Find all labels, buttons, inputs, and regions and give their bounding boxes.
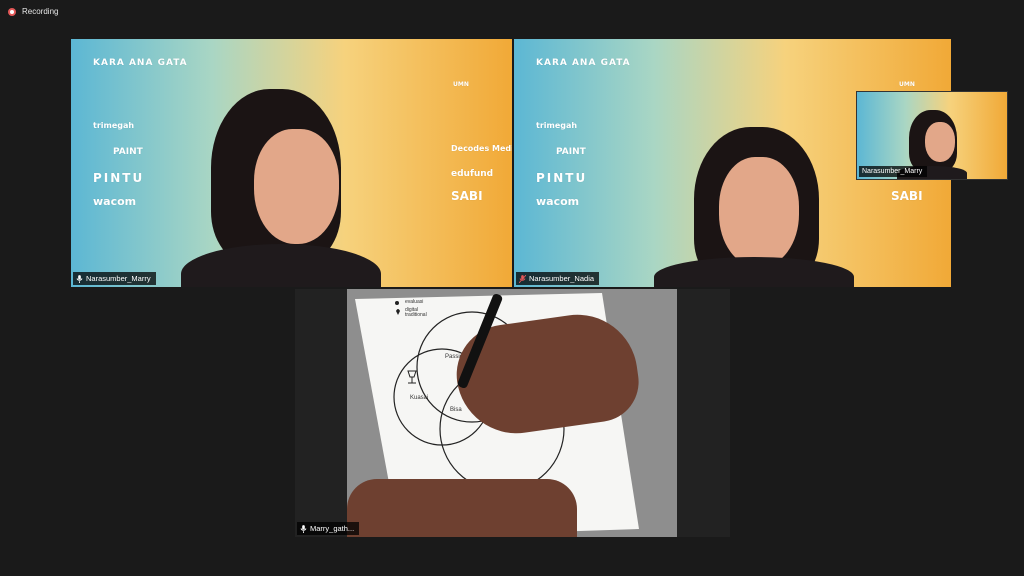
recording-indicator: Recording: [8, 7, 58, 16]
logo-sabi: SABI: [891, 189, 923, 203]
participant-video-nadia: [654, 127, 854, 287]
name-tag-marry-thumb: Narasumber_Marry: [859, 166, 928, 177]
mic-icon: [300, 524, 307, 533]
logo-umn: UMN: [899, 81, 915, 88]
logo-karaanagata: KARA ANA GATA: [93, 58, 188, 68]
name-tag-label: Narasumber_Nadia: [529, 274, 595, 283]
sponsor-logos-right: UMN Decodes Media edufund SABI: [451, 59, 512, 249]
name-tag-drawing: Marry_gath...: [297, 522, 360, 535]
logo-karaanagata: KARA ANA GATA: [536, 58, 631, 68]
logo-sabi: SABI: [451, 189, 483, 203]
recording-label: Recording: [22, 7, 59, 16]
legend-note-2: digital traditional: [405, 307, 427, 318]
sponsor-logos-left: KARA ANA GATA trimegah PAINT PINTU wacom: [93, 59, 187, 249]
mic-muted-icon: [519, 274, 526, 283]
logo-decodes: Decodes Media: [451, 144, 512, 153]
logo-wacom: wacom: [536, 195, 580, 208]
mic-icon: [76, 274, 83, 283]
logo-umn: UMN: [453, 81, 469, 88]
logo-edufund: edufund: [451, 169, 494, 179]
participant-video-marry: [166, 89, 396, 287]
name-tag-label: Narasumber_Marry: [862, 168, 923, 175]
video-tile-marry[interactable]: KARA ANA GATA trimegah PAINT PINTU wacom…: [71, 39, 512, 287]
logo-pintu: PINTU: [93, 171, 145, 185]
venn-label-bisa: Bisa: [450, 407, 462, 413]
logo-paint: PAINT: [113, 147, 143, 157]
name-tag-label: Narasumber_Marry: [86, 274, 151, 283]
name-tag-label: Marry_gath...: [310, 524, 355, 533]
name-tag-nadia: Narasumber_Nadia: [516, 272, 600, 285]
logo-wacom: wacom: [93, 195, 137, 208]
venn-label-kuasai: Kuasai: [410, 395, 429, 401]
logo-paint: PAINT: [556, 147, 586, 157]
logo-pintu: PINTU: [536, 171, 588, 185]
logo-trimegah: trimegah: [93, 121, 135, 130]
name-tag-marry: Narasumber_Marry: [73, 272, 156, 285]
camera-feed-drawing: evaluasi digital traditional Passion Kua…: [347, 289, 677, 537]
video-tile-drawing[interactable]: evaluasi digital traditional Passion Kua…: [295, 289, 730, 537]
record-icon: [8, 7, 16, 16]
legend-note-1: evaluasi: [405, 299, 424, 305]
video-thumbnail-marry[interactable]: Narasumber_Marry: [857, 92, 1007, 179]
logo-trimegah: trimegah: [536, 121, 578, 130]
resting-hand: [347, 479, 577, 537]
sponsor-logos-left: KARA ANA GATA trimegah PAINT PINTU wacom: [536, 59, 630, 249]
